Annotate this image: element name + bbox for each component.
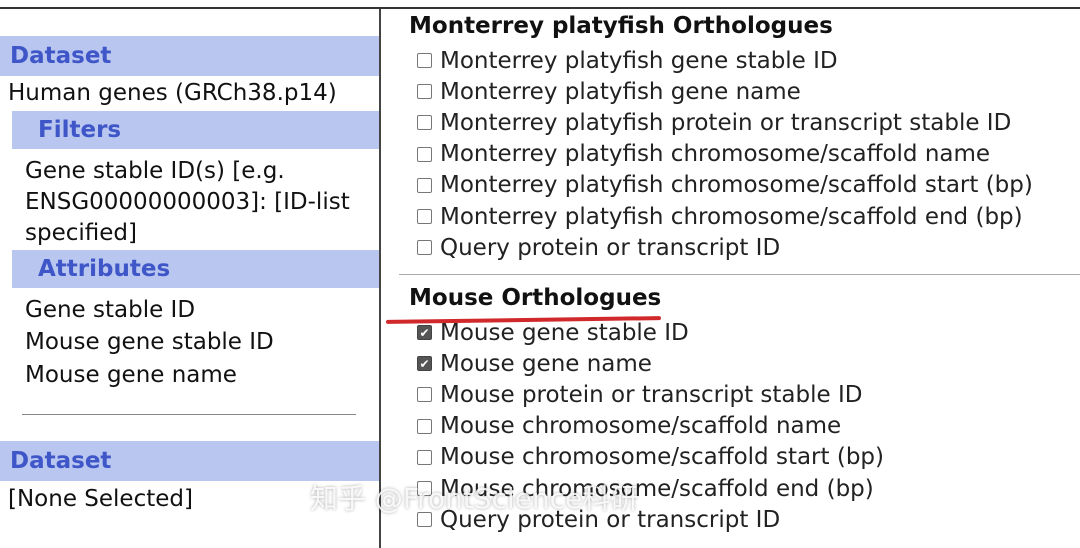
attribute-item: Mouse gene name <box>25 362 237 388</box>
mouse-option[interactable]: Mouse chromosome/scaffold start (bp) <box>417 442 884 473</box>
watermark: 知乎 @FrontScience科研 <box>310 482 639 515</box>
option-label: Monterrey platyfish chromosome/scaffold … <box>440 172 1033 199</box>
platyfish-option[interactable]: Monterrey platyfish chromosome/scaffold … <box>417 201 1023 232</box>
option-label: Query protein or transcript ID <box>440 234 781 261</box>
platyfish-option[interactable]: Monterrey platyfish gene stable ID <box>417 45 838 76</box>
top-border <box>0 0 1080 9</box>
option-label: Mouse gene name <box>440 350 652 377</box>
platyfish-option[interactable]: Monterrey platyfish chromosome/scaffold … <box>417 139 990 170</box>
mouse-option[interactable]: Mouse chromosome/scaffold name <box>417 411 841 442</box>
option-label: Mouse gene stable ID <box>440 319 689 346</box>
option-label: Mouse protein or transcript stable ID <box>440 381 863 408</box>
option-label: Monterrey platyfish chromosome/scaffold … <box>440 141 991 168</box>
section-divider <box>399 274 1080 275</box>
checkbox[interactable] <box>417 240 432 256</box>
checkbox[interactable] <box>417 146 432 162</box>
option-label: Mouse chromosome/scaffold name <box>440 413 842 440</box>
attribute-item: Gene stable ID <box>25 297 196 323</box>
mouse-option[interactable]: Mouse protein or transcript stable ID <box>417 379 862 410</box>
platyfish-option[interactable]: Monterrey platyfish protein or transcrip… <box>417 107 1011 138</box>
checkbox[interactable] <box>417 449 432 465</box>
option-label: Monterrey platyfish gene name <box>440 78 801 105</box>
platyfish-option[interactable]: Monterrey platyfish chromosome/scaffold … <box>417 170 1033 201</box>
mouse-option[interactable]: ✔ Mouse gene name <box>417 348 652 379</box>
platyfish-option[interactable]: Query protein or transcript ID <box>417 232 780 263</box>
attributes-heading[interactable]: Attributes <box>12 250 379 288</box>
checkbox[interactable] <box>417 53 432 68</box>
mouse-section-title: Mouse Orthologues <box>409 285 662 311</box>
checkbox[interactable] <box>417 418 432 434</box>
attribute-panel: Monterrey platyfish Orthologues Monterre… <box>383 9 1080 548</box>
checkbox[interactable]: ✔ <box>417 356 432 372</box>
dataset2-heading[interactable]: Dataset <box>0 441 379 481</box>
option-label: Mouse chromosome/scaffold start (bp) <box>440 444 884 471</box>
attribute-item: Mouse gene stable ID <box>25 329 274 355</box>
option-label: Monterrey platyfish protein or transcrip… <box>440 109 1012 136</box>
checkbox[interactable] <box>417 387 432 403</box>
dataset2-value[interactable]: [None Selected] <box>8 483 193 515</box>
filters-heading[interactable]: Filters <box>12 111 379 149</box>
checkbox[interactable]: ✔ <box>417 325 432 340</box>
filter-line-2: ENSG00000000003]: [ID-list <box>25 189 350 215</box>
summary-sidebar: Dataset Human genes (GRCh38.p14) Filters… <box>0 9 381 548</box>
filter-line-3: specified] <box>25 220 137 246</box>
option-label: Monterrey platyfish gene stable ID <box>440 47 838 74</box>
checkbox[interactable] <box>417 84 432 100</box>
platyfish-option[interactable]: Monterrey platyfish gene name <box>417 76 801 107</box>
dataset-value[interactable]: Human genes (GRCh38.p14) <box>8 77 337 109</box>
platyfish-section-title: Monterrey platyfish Orthologues <box>409 13 833 39</box>
option-label: Monterrey platyfish chromosome/scaffold … <box>440 203 1023 230</box>
checkbox[interactable] <box>417 209 432 224</box>
mouse-option[interactable]: ✔ Mouse gene stable ID <box>417 317 689 348</box>
sidebar-divider <box>22 414 356 415</box>
checkbox[interactable] <box>417 177 432 193</box>
checkbox[interactable] <box>417 115 432 131</box>
filter-line-1: Gene stable ID(s) [e.g. <box>25 158 285 184</box>
dataset-heading[interactable]: Dataset <box>0 36 379 76</box>
